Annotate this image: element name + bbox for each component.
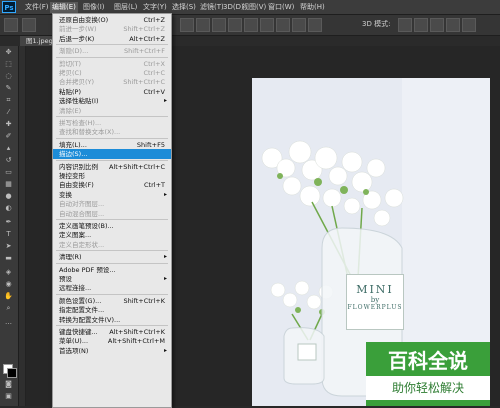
menu-separator	[56, 137, 168, 139]
pen-tool-icon[interactable]: ✒	[3, 218, 14, 227]
edit-menu-item-label: 清理(R)	[59, 253, 82, 262]
3d-pan-icon[interactable]	[430, 18, 444, 32]
menu-item[interactable]: 图层(L)	[112, 2, 139, 13]
align-icon[interactable]	[196, 18, 210, 32]
edit-menu-item-shortcut: Shift+Ctrl+F	[124, 47, 165, 56]
edit-menu-item-label: 清除(E)	[59, 106, 82, 115]
menu-separator	[56, 293, 168, 295]
move-tool-icon[interactable]: ✥	[3, 48, 14, 57]
edit-menu-item-label: 转换为配置文件(V)...	[59, 315, 121, 324]
move-tool-options-icon[interactable]	[4, 18, 18, 32]
3d-camera-tool-icon[interactable]: ◉	[3, 280, 14, 289]
tools-panel: ✥ ⬚ ◌ ✎ ⌗ ⁄ ✚ ✐ ▴ ↺ ▭ ▦ ● ◐ ✒ T ➤ ▬ ◈ ◉ …	[0, 46, 19, 406]
menu-item[interactable]: 视图(V)	[240, 2, 268, 13]
jar-label: MINI by FLOWERPLUS	[346, 274, 404, 330]
gradient-tool-icon[interactable]: ▦	[3, 180, 14, 189]
edit-menu-item-label: 远程连接...	[59, 284, 92, 293]
submenu-arrow-icon: ▸	[163, 253, 167, 261]
healing-brush-tool-icon[interactable]: ✚	[3, 120, 14, 129]
edit-menu-item[interactable]: 渐隐(D)... Shift+Ctrl+F	[53, 46, 171, 56]
3d-rotate-icon[interactable]	[398, 18, 412, 32]
edit-menu-item[interactable]: 描边(S)...	[53, 149, 171, 160]
history-brush-tool-icon[interactable]: ↺	[3, 156, 14, 165]
distribute-icon[interactable]	[228, 18, 242, 32]
edit-menu-item-label: 后退一步(K)	[59, 34, 95, 43]
more-tools-icon[interactable]: …	[3, 318, 14, 327]
type-tool-icon[interactable]: T	[3, 230, 14, 239]
menu-item[interactable]: 图像(I)	[81, 2, 107, 13]
zoom-tool-icon[interactable]: ⌕	[3, 304, 14, 313]
jar-label-line1: MINI	[356, 283, 394, 296]
menu-item[interactable]: 文件(F)	[23, 2, 51, 13]
distribute-icon[interactable]	[260, 18, 274, 32]
edit-menu-item[interactable]: 清除(E)	[53, 106, 171, 116]
menu-item[interactable]: 帮助(H)	[298, 2, 327, 13]
edit-menu-item[interactable]: 清理(R) ▸	[53, 252, 171, 262]
distribute-icon[interactable]	[244, 18, 258, 32]
edit-menu-item-label: 查找和替换文本(X)...	[59, 128, 121, 137]
jar-label-line3: FLOWERPLUS	[347, 304, 403, 311]
3d-slide-icon[interactable]	[446, 18, 460, 32]
eraser-tool-icon[interactable]: ▭	[3, 168, 14, 177]
watermark-title: 百科全说	[388, 349, 468, 373]
edit-menu-item[interactable]: 定义自定形状...	[53, 240, 171, 250]
submenu-arrow-icon: ▸	[163, 346, 167, 354]
edit-menu-item-label: 自动混合图层...	[59, 209, 105, 218]
edit-menu-item[interactable]: 后退一步(K) Alt+Ctrl+Z	[53, 34, 171, 44]
eyedropper-tool-icon[interactable]: ⁄	[3, 108, 14, 117]
menu-separator	[56, 325, 168, 326]
brush-tool-icon[interactable]: ✐	[3, 132, 14, 141]
edit-menu-item-label: 首选项(N)	[59, 346, 89, 355]
menu-separator	[56, 219, 168, 220]
edit-menu-item-label: 定义自定形状...	[59, 240, 105, 249]
shape-tool-icon[interactable]: ▬	[3, 254, 14, 263]
menu-separator	[56, 56, 168, 58]
edit-menu-item-label: 渐隐(D)...	[59, 47, 89, 56]
edit-menu-item[interactable]: 远程连接...	[53, 283, 171, 293]
edit-menu-dropdown: 还原自由变换(O) Ctrl+Z 前进一步(W) Shift+Ctrl+Z 后退一步(K…	[52, 13, 172, 408]
edit-menu-item[interactable]: 转换为配置文件(V)...	[53, 315, 171, 325]
watermark-subtitle: 助你轻松解决	[366, 376, 490, 400]
lasso-tool-icon[interactable]: ◌	[3, 72, 14, 81]
menu-item[interactable]: 文字(Y)	[141, 2, 169, 13]
align-icon[interactable]	[180, 18, 194, 32]
edit-menu-item[interactable]: 自动混合图层...	[53, 209, 171, 219]
blur-tool-icon[interactable]: ●	[3, 192, 14, 201]
menu-separator	[56, 159, 168, 161]
quick-select-tool-icon[interactable]: ✎	[3, 84, 14, 93]
screen-mode-icon[interactable]: ▣	[3, 392, 14, 401]
marquee-tool-icon[interactable]: ⬚	[3, 60, 14, 69]
dodge-tool-icon[interactable]: ◐	[3, 204, 14, 213]
3d-roll-icon[interactable]	[414, 18, 428, 32]
crop-tool-icon[interactable]: ⌗	[3, 96, 14, 105]
photoshop-logo-icon: Ps	[2, 1, 16, 13]
path-select-tool-icon[interactable]: ➤	[3, 242, 14, 251]
vertical-ruler	[19, 46, 26, 406]
menu-separator	[56, 116, 168, 117]
auto-select-icon[interactable]	[22, 18, 36, 32]
3d-mode-label: 3D 模式:	[362, 20, 391, 28]
menu-separator	[56, 44, 168, 46]
menu-separator	[56, 262, 168, 264]
3d-tool-icon[interactable]: ◈	[3, 268, 14, 277]
background-color-swatch[interactable]	[7, 368, 17, 378]
menu-separator	[56, 250, 168, 252]
edit-menu-item-shortcut: Alt+Ctrl+Z	[129, 34, 165, 43]
jar-label-line2: by	[370, 296, 380, 304]
menu-item[interactable]: 窗口(W)	[266, 2, 296, 13]
edit-menu-item[interactable]: 查找和替换文本(X)...	[53, 127, 171, 137]
distribute-icon[interactable]	[308, 18, 322, 32]
hand-tool-icon[interactable]: ✋	[3, 292, 14, 301]
menu-item[interactable]: 选择(S)	[170, 2, 198, 13]
edit-menu-item[interactable]: 首选项(N) ▸	[53, 346, 171, 356]
3d-scale-icon[interactable]	[462, 18, 476, 32]
edit-menu-item-label: 描边(S)...	[59, 150, 88, 159]
quick-mask-icon[interactable]: ◙	[3, 380, 14, 389]
watermark-badge: 百科全说 助你轻松解决	[366, 342, 490, 406]
menu-edit[interactable]: 编辑(E)	[50, 2, 78, 13]
align-icon[interactable]	[212, 18, 226, 32]
distribute-icon[interactable]	[276, 18, 290, 32]
stamp-tool-icon[interactable]: ▴	[3, 144, 14, 153]
distribute-icon[interactable]	[292, 18, 306, 32]
